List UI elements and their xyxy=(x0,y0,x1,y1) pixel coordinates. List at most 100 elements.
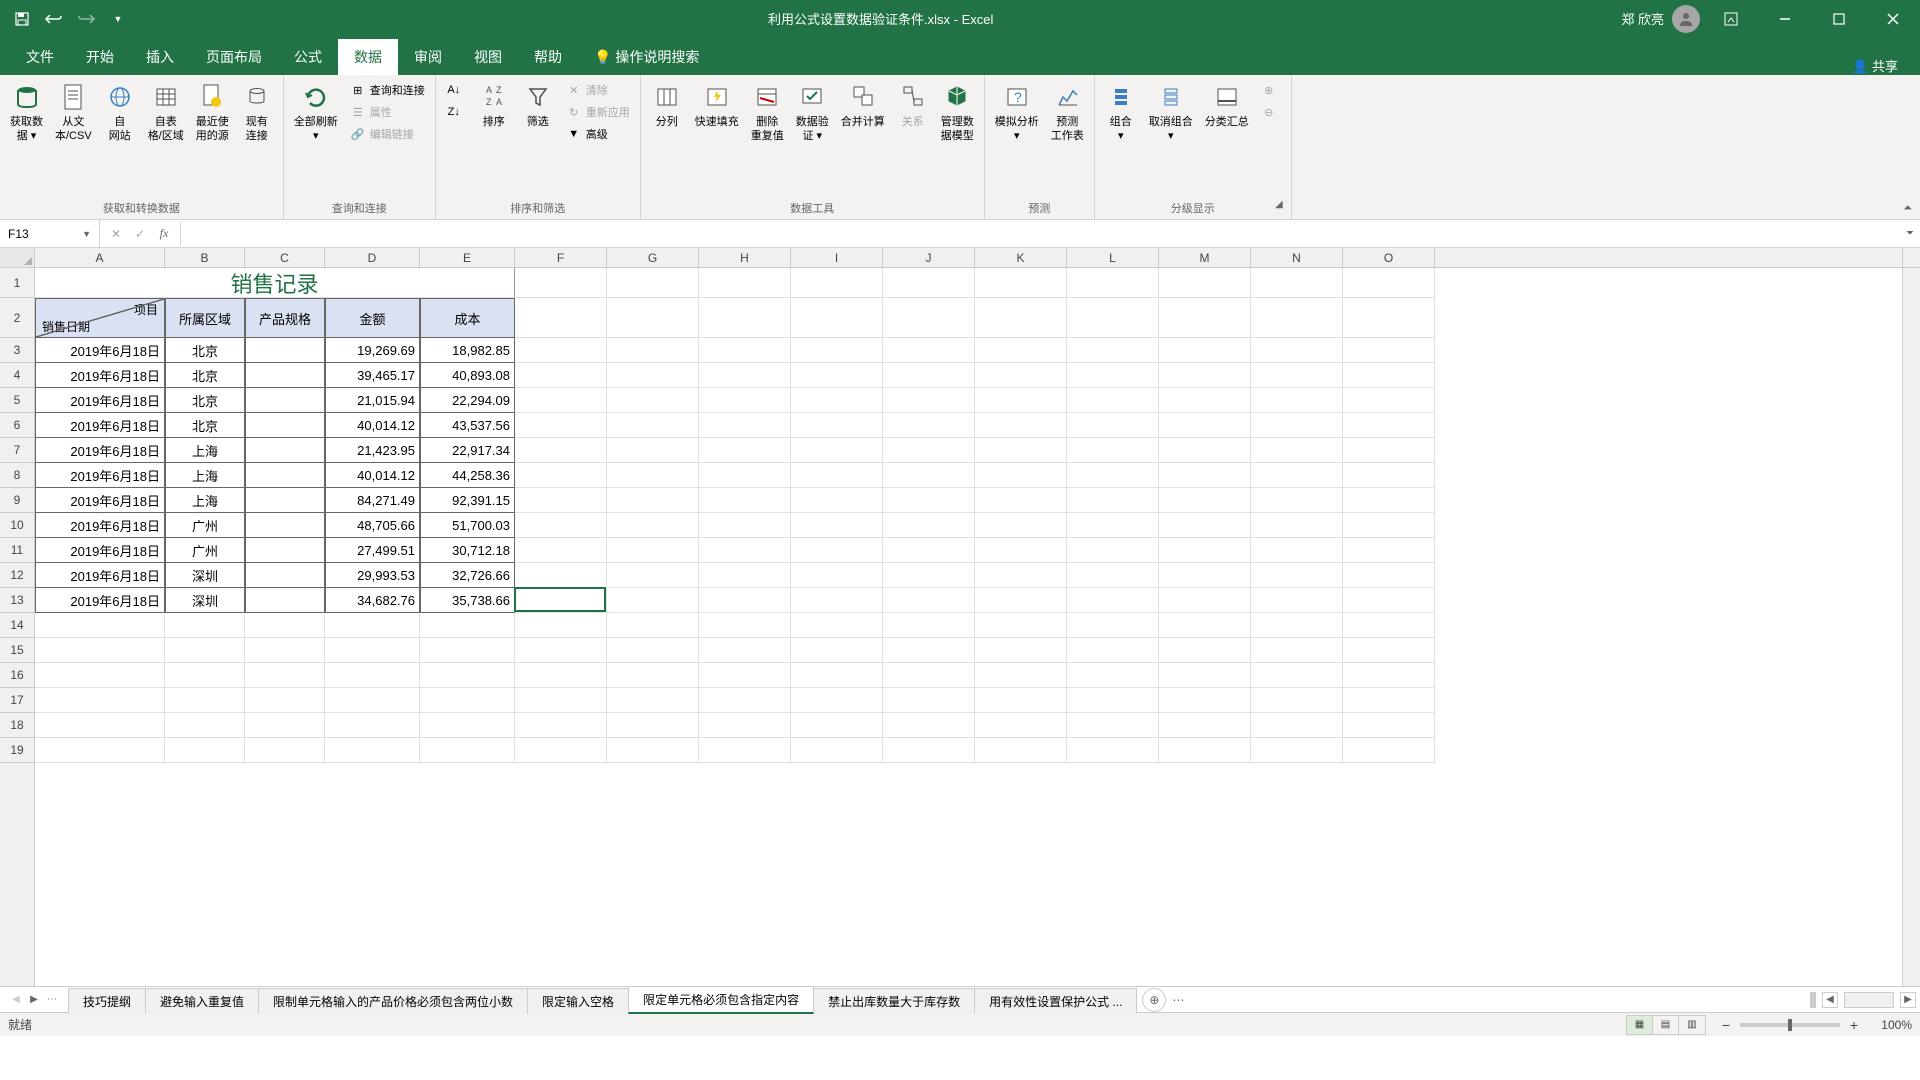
cell[interactable] xyxy=(245,738,325,763)
cell-B5[interactable]: 北京 xyxy=(165,388,245,413)
cell[interactable] xyxy=(515,463,607,488)
cell[interactable] xyxy=(515,663,607,688)
cell[interactable] xyxy=(607,338,699,363)
cell-C4[interactable] xyxy=(245,363,325,388)
sheet-tab-1[interactable]: 避免输入重复值 xyxy=(145,988,259,1014)
cell[interactable] xyxy=(1159,538,1251,563)
tab-6[interactable]: 审阅 xyxy=(398,39,458,75)
ribbon-btn-0-0[interactable]: 获取数据 ▾ xyxy=(6,79,47,145)
cell[interactable] xyxy=(883,463,975,488)
cell[interactable] xyxy=(699,688,791,713)
cell[interactable] xyxy=(1251,388,1343,413)
cell[interactable] xyxy=(1343,413,1435,438)
ribbon-btn-0-3[interactable]: 自表格/区域 xyxy=(144,79,188,145)
cell[interactable] xyxy=(975,538,1067,563)
cell[interactable] xyxy=(1343,488,1435,513)
cell[interactable] xyxy=(791,563,883,588)
cell[interactable] xyxy=(1251,438,1343,463)
cell[interactable] xyxy=(883,413,975,438)
cell[interactable] xyxy=(165,738,245,763)
cell[interactable] xyxy=(1343,268,1435,298)
cell[interactable] xyxy=(1159,268,1251,298)
ribbon-sm-1-1-0[interactable]: ⊞查询和连接 xyxy=(346,79,429,101)
cell[interactable] xyxy=(1159,563,1251,588)
cell[interactable] xyxy=(325,713,420,738)
cell[interactable] xyxy=(515,268,607,298)
ribbon-btn-5-0[interactable]: 组合▾ xyxy=(1101,79,1141,145)
cell[interactable] xyxy=(515,688,607,713)
avatar[interactable] xyxy=(1672,5,1700,33)
cell[interactable] xyxy=(883,488,975,513)
cell-E5[interactable]: 22,294.09 xyxy=(420,388,515,413)
cell-E8[interactable]: 44,258.36 xyxy=(420,463,515,488)
cell[interactable] xyxy=(791,738,883,763)
cell[interactable] xyxy=(165,663,245,688)
hscroll-right[interactable]: ▶ xyxy=(1900,992,1916,1008)
cell-B4[interactable]: 北京 xyxy=(165,363,245,388)
cell[interactable] xyxy=(791,638,883,663)
cell[interactable] xyxy=(515,338,607,363)
cell-D11[interactable]: 27,499.51 xyxy=(325,538,420,563)
cell-A5[interactable]: 2019年6月18日 xyxy=(35,388,165,413)
cell[interactable] xyxy=(791,363,883,388)
sheet-nav-prev[interactable]: ◀ xyxy=(8,990,24,1010)
cell[interactable] xyxy=(1159,488,1251,513)
maximize-button[interactable] xyxy=(1816,0,1862,37)
cell[interactable] xyxy=(1251,363,1343,388)
cell[interactable] xyxy=(975,613,1067,638)
ribbon-btn-3-1[interactable]: 快速填充 xyxy=(691,79,743,131)
sheet-tab-5[interactable]: 禁止出库数量大于库存数 xyxy=(813,988,975,1014)
cell[interactable] xyxy=(1067,638,1159,663)
ribbon-btn-2-1[interactable]: AZZA排序 xyxy=(474,79,514,131)
cell[interactable] xyxy=(791,438,883,463)
cell-A7[interactable]: 2019年6月18日 xyxy=(35,438,165,463)
ribbon-btn-4-1[interactable]: 预测工作表 xyxy=(1047,79,1088,145)
dialog-launcher-icon[interactable]: ◢ xyxy=(1275,199,1283,210)
cell[interactable] xyxy=(699,413,791,438)
cell[interactable] xyxy=(1067,563,1159,588)
row-header-3[interactable]: 3 xyxy=(0,338,34,363)
user-name[interactable]: 郑 欣亮 xyxy=(1621,9,1664,28)
cell-D5[interactable]: 21,015.94 xyxy=(325,388,420,413)
cell[interactable] xyxy=(1067,338,1159,363)
cell-A8[interactable]: 2019年6月18日 xyxy=(35,463,165,488)
cell[interactable] xyxy=(975,488,1067,513)
cell[interactable] xyxy=(607,413,699,438)
cell-A6[interactable]: 2019年6月18日 xyxy=(35,413,165,438)
cell[interactable] xyxy=(883,638,975,663)
cell[interactable] xyxy=(883,268,975,298)
cell[interactable] xyxy=(1251,298,1343,338)
cell-D3[interactable]: 19,269.69 xyxy=(325,338,420,363)
cell[interactable] xyxy=(699,338,791,363)
cell[interactable] xyxy=(1251,638,1343,663)
cell[interactable] xyxy=(1159,298,1251,338)
cell[interactable] xyxy=(245,713,325,738)
cell-A12[interactable]: 2019年6月18日 xyxy=(35,563,165,588)
cell[interactable] xyxy=(699,713,791,738)
col-header-O[interactable]: O xyxy=(1343,248,1435,267)
cell[interactable] xyxy=(699,563,791,588)
sheet-tab-0[interactable]: 技巧提纲 xyxy=(68,988,146,1014)
cell[interactable] xyxy=(1159,588,1251,613)
col-header-K[interactable]: K xyxy=(975,248,1067,267)
cell-D12[interactable]: 29,993.53 xyxy=(325,563,420,588)
cell-D13[interactable]: 34,682.76 xyxy=(325,588,420,613)
cell[interactable] xyxy=(1343,688,1435,713)
cell[interactable] xyxy=(325,738,420,763)
cell[interactable] xyxy=(1251,413,1343,438)
row-header-1[interactable]: 1 xyxy=(0,268,34,298)
cell[interactable] xyxy=(1067,663,1159,688)
col-header-H[interactable]: H xyxy=(699,248,791,267)
cell[interactable] xyxy=(1251,713,1343,738)
row-header-9[interactable]: 9 xyxy=(0,488,34,513)
cell[interactable] xyxy=(883,613,975,638)
row-header-4[interactable]: 4 xyxy=(0,363,34,388)
row-header-17[interactable]: 17 xyxy=(0,688,34,713)
ribbon-btn-0-2[interactable]: 自网站 xyxy=(100,79,140,145)
cell[interactable] xyxy=(607,268,699,298)
cell[interactable] xyxy=(975,438,1067,463)
sheet-nav-next[interactable]: ▶ xyxy=(26,990,42,1010)
cell[interactable] xyxy=(325,663,420,688)
cell[interactable] xyxy=(975,463,1067,488)
cell[interactable] xyxy=(1159,638,1251,663)
